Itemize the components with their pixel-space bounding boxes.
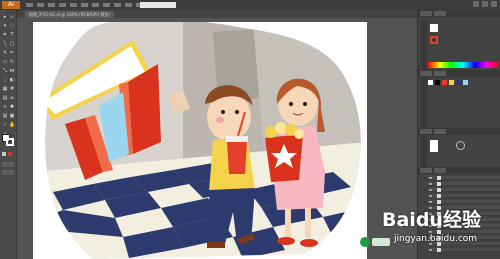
artboard-tool-icon[interactable]: ▣ [9, 113, 15, 119]
document-tab-bar: 插图_2*23:01.ai @ 100% (RGB/GPU 预览) [17, 10, 417, 18]
menu-item[interactable] [59, 3, 66, 7]
no-gradient-icon[interactable] [456, 141, 465, 150]
menu-item[interactable] [114, 3, 121, 7]
eye-icon[interactable] [429, 195, 432, 197]
panel-tab[interactable] [420, 71, 432, 76]
baidu-watermark: Baidu经验 jingyan.baidu.com [356, 202, 500, 259]
panel-tabs-stroke [418, 128, 500, 135]
swatch[interactable] [435, 80, 440, 85]
tools-panel: ▸ ▹ ✦ ◌ ✒ T ╲ □ ✎ ✏ ▭ ↻ ⤡ ⋈ ⬚ ◐ ▦ # ▤ ⌀ … [0, 10, 17, 259]
menu-item[interactable] [48, 3, 55, 7]
layer-row[interactable] [428, 176, 500, 180]
drawing-mode-icon[interactable] [2, 162, 14, 167]
panel-tab-layers[interactable] [420, 168, 432, 173]
menu-item[interactable] [70, 3, 77, 7]
type-tool-icon[interactable]: T [9, 32, 15, 38]
layer-thumbnail [437, 176, 441, 180]
menu-item[interactable] [81, 3, 88, 7]
layer-thumbnail [437, 188, 441, 192]
swatch[interactable] [428, 80, 433, 85]
artboard[interactable] [33, 22, 367, 259]
color-mode-icon[interactable] [8, 152, 12, 156]
pen-tool-icon[interactable]: ✒ [2, 32, 8, 38]
layer-thumbnail [437, 182, 441, 186]
menu-bar: Ai [0, 0, 500, 10]
pencil-tool-icon[interactable]: ✏ [9, 50, 15, 56]
symbol-sprayer-tool-icon[interactable]: ✺ [9, 104, 15, 110]
layer-row[interactable] [428, 182, 500, 186]
gradient-tool-icon[interactable]: ▤ [2, 95, 8, 101]
layer-thumbnail [437, 194, 441, 198]
eyedropper-tool-icon[interactable]: ⌀ [9, 95, 15, 101]
fill-preview[interactable] [430, 24, 438, 32]
panel-tabs-top [418, 10, 500, 17]
panel-tabs-swatches [418, 70, 500, 77]
maximize-button[interactable] [482, 1, 488, 7]
perspective-grid-tool-icon[interactable]: ▦ [2, 86, 8, 92]
panel-tab[interactable] [434, 11, 446, 16]
screen-mode-icon[interactable] [2, 170, 14, 175]
swatch[interactable] [449, 80, 454, 85]
selection-tool-icon[interactable]: ▸ [2, 14, 8, 20]
swatch-row [428, 80, 468, 85]
eraser-tool-icon[interactable]: ▭ [2, 59, 8, 65]
watermark-url: jingyan.baidu.com [394, 234, 478, 244]
layer-row[interactable] [428, 194, 500, 198]
close-button[interactable] [491, 1, 497, 7]
panel-tab[interactable] [434, 71, 446, 76]
slice-tool-icon[interactable]: ⟋ [2, 122, 8, 128]
blend-tool-icon[interactable]: ∞ [2, 104, 8, 110]
menu-item[interactable] [92, 3, 99, 7]
free-transform-tool-icon[interactable]: ⬚ [2, 77, 8, 83]
status-badge-icon [360, 237, 370, 247]
rectangle-tool-icon[interactable]: □ [9, 41, 15, 47]
paintbrush-tool-icon[interactable]: ✎ [2, 50, 8, 56]
magic-wand-tool-icon[interactable]: ✦ [2, 23, 8, 29]
menu-items [26, 1, 154, 9]
direct-selection-tool-icon[interactable]: ▹ [9, 14, 15, 20]
stroke-swatch[interactable] [6, 138, 14, 146]
layer-row[interactable] [428, 188, 500, 192]
mesh-tool-icon[interactable]: # [9, 86, 15, 92]
menu-item[interactable] [103, 3, 110, 7]
panel-tabs-layers [418, 167, 500, 174]
hand-tool-icon[interactable]: ✋ [9, 122, 15, 128]
menu-item[interactable] [125, 3, 132, 7]
column-graph-tool-icon[interactable]: ▥ [2, 113, 8, 119]
lasso-tool-icon[interactable]: ◌ [9, 23, 15, 29]
line-tool-icon[interactable]: ╲ [2, 41, 8, 47]
shape-builder-tool-icon[interactable]: ◐ [9, 77, 15, 83]
eye-icon[interactable] [429, 183, 432, 185]
swatch[interactable] [442, 80, 447, 85]
panel-tab[interactable] [434, 129, 446, 134]
status-tag [372, 238, 390, 246]
gradient-swatch[interactable] [430, 140, 438, 152]
watermark-brand: Baidu经验 [382, 209, 481, 231]
color-spectrum[interactable] [428, 62, 498, 68]
eye-icon[interactable] [429, 189, 432, 191]
swatch[interactable] [456, 80, 461, 85]
width-tool-icon[interactable]: ⋈ [9, 68, 15, 74]
search-input[interactable] [140, 2, 176, 8]
panel-icon-strip [421, 20, 427, 170]
eye-icon[interactable] [429, 177, 432, 179]
panel-tab[interactable] [420, 129, 432, 134]
menu-item[interactable] [26, 3, 33, 7]
illustrator-window: Ai 插图_2*23:01.ai @ 100% (RGB/GPU 预览) ▸ ▹… [0, 0, 500, 259]
cinema-kids-illustration [45, 22, 361, 259]
panel-tab-artboards[interactable] [434, 168, 446, 173]
default-colors-icon[interactable] [2, 152, 6, 156]
document-tab[interactable]: 插图_2*23:01.ai @ 100% (RGB/GPU 预览) [25, 11, 114, 18]
menu-item[interactable] [37, 3, 44, 7]
swatch[interactable] [463, 80, 468, 85]
rotate-tool-icon[interactable]: ↻ [9, 59, 15, 65]
panel-tab[interactable] [420, 11, 432, 16]
minimize-button[interactable] [473, 1, 479, 7]
scale-tool-icon[interactable]: ⤡ [2, 68, 8, 74]
stroke-preview[interactable] [430, 36, 438, 44]
window-controls [473, 1, 497, 7]
app-logo: Ai [2, 1, 20, 9]
